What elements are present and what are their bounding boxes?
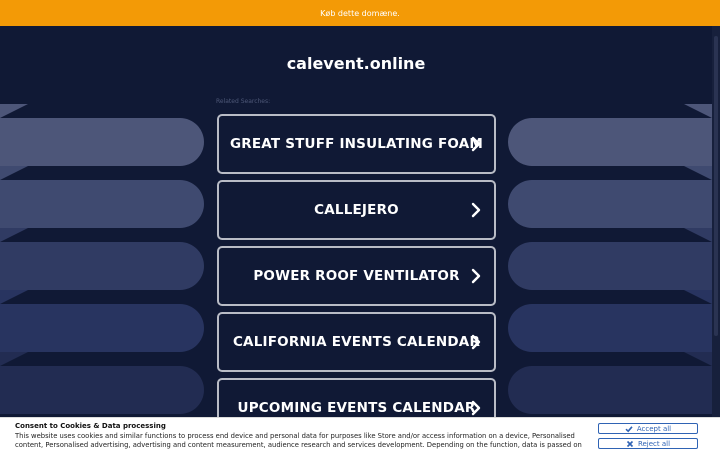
chevron-right-icon: [471, 334, 481, 350]
decorative-stripe-left: [0, 118, 204, 166]
decorative-stripe-left: [0, 366, 204, 414]
scrollbar[interactable]: [712, 26, 720, 417]
consent-body: This website uses cookies and similar fu…: [15, 432, 582, 449]
related-link-label: GREAT STUFF INSULATING FOAM: [230, 136, 483, 152]
cookie-consent-bar: Consent to Cookies & Data processing Thi…: [0, 417, 720, 450]
accept-all-label: Accept all: [636, 424, 672, 433]
decorative-wedge-left: [0, 228, 28, 242]
decorative-stripe-right: [508, 118, 720, 166]
decorative-wedge-right: [684, 104, 712, 118]
related-link-label: POWER ROOF VENTILATOR: [253, 268, 460, 284]
decorative-stripe-right: [508, 304, 720, 352]
decorative-stripe-left: [0, 242, 204, 290]
chevron-right-icon: [471, 136, 481, 152]
chevron-right-icon: [471, 400, 481, 416]
related-link-3[interactable]: POWER ROOF VENTILATOR: [217, 246, 496, 306]
related-link-1[interactable]: GREAT STUFF INSULATING FOAM: [217, 114, 496, 174]
buy-domain-link[interactable]: Køb dette domæne.: [320, 9, 400, 18]
related-link-label: CALIFORNIA EVENTS CALENDAR: [232, 334, 481, 350]
related-link-4[interactable]: CALIFORNIA EVENTS CALENDAR: [217, 312, 496, 372]
decorative-wedge-left: [0, 352, 28, 366]
decorative-stripe-right: [508, 242, 720, 290]
chevron-right-icon: [471, 202, 481, 218]
reject-all-button[interactable]: Reject all: [598, 438, 698, 449]
decorative-stripe-right: [508, 366, 720, 414]
decorative-wedge-left: [0, 104, 28, 118]
decorative-stripe-left: [0, 180, 204, 228]
buy-domain-banner[interactable]: Køb dette domæne.: [0, 0, 720, 26]
consent-text: This website uses cookies and similar fu…: [15, 432, 585, 450]
accept-all-button[interactable]: Accept all: [598, 423, 698, 434]
related-link-2[interactable]: CALLEJERO: [217, 180, 496, 240]
decorative-stripe-left: [0, 304, 204, 352]
decorative-wedge-left: [0, 290, 28, 304]
related-searches-label: Related Searches:: [216, 98, 271, 105]
related-link-label: UPCOMING EVENTS CALENDAR: [237, 400, 476, 416]
decorative-wedge-right: [684, 228, 712, 242]
decorative-wedge-right: [684, 290, 712, 304]
consent-title: Consent to Cookies & Data processing: [15, 422, 166, 430]
scrollbar-thumb[interactable]: [714, 36, 718, 336]
decorative-wedge-left: [0, 166, 28, 180]
decorative-stripe-right: [508, 180, 720, 228]
x-icon: [626, 440, 634, 447]
chevron-right-icon: [471, 268, 481, 284]
reject-all-label: Reject all: [637, 439, 671, 448]
check-icon: [625, 425, 633, 432]
related-link-label: CALLEJERO: [314, 202, 399, 218]
decorative-wedge-right: [684, 352, 712, 366]
decorative-wedge-right: [684, 166, 712, 180]
domain-title: calevent.online: [286, 54, 426, 73]
